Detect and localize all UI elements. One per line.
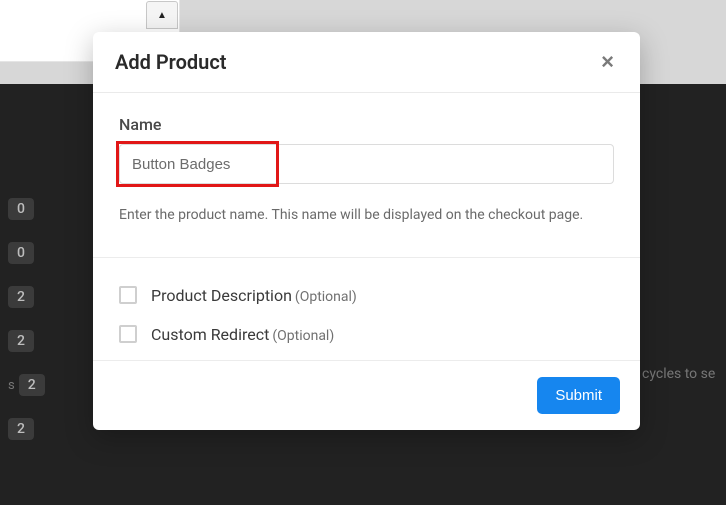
name-input-wrap — [119, 144, 614, 184]
custom-redirect-label: Custom Redirect(Optional) — [151, 325, 334, 344]
modal-header: Add Product × — [93, 32, 640, 93]
close-button[interactable]: × — [597, 51, 618, 73]
add-product-modal: Add Product × Name Enter the product nam… — [93, 32, 640, 430]
modal-title: Add Product — [115, 50, 226, 74]
modal-footer: Submit — [93, 360, 640, 430]
product-description-checkbox[interactable] — [119, 286, 137, 304]
name-label: Name — [119, 115, 614, 134]
product-description-label: Product Description(Optional) — [151, 286, 357, 305]
custom-redirect-checkbox[interactable] — [119, 325, 137, 343]
custom-redirect-row: Custom Redirect(Optional) — [119, 315, 614, 354]
close-icon: × — [601, 49, 614, 74]
modal-body: Name Enter the product name. This name w… — [93, 93, 640, 239]
options-section: Product Description(Optional) Custom Red… — [93, 258, 640, 360]
name-input[interactable] — [119, 144, 614, 184]
product-description-row: Product Description(Optional) — [119, 276, 614, 315]
name-help-text: Enter the product name. This name will b… — [119, 202, 614, 229]
submit-button[interactable]: Submit — [537, 377, 620, 414]
